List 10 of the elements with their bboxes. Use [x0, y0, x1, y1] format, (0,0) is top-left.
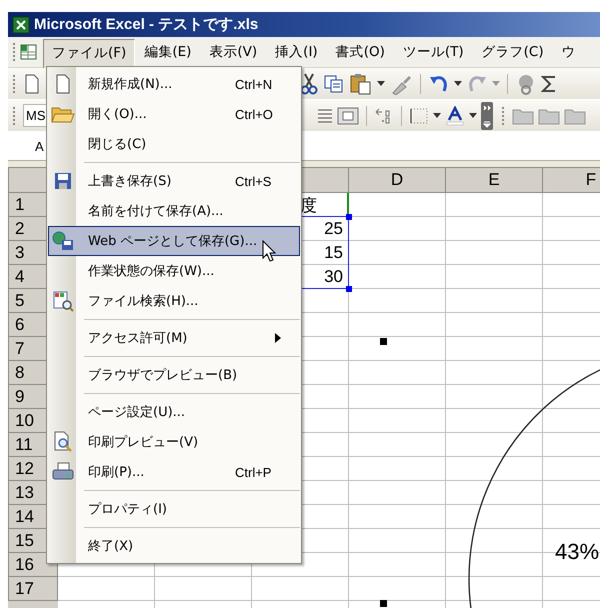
shortcut-text: Ctrl+O: [235, 106, 274, 122]
cell-text: 30: [324, 267, 343, 287]
shortcut-text: Ctrl+S: [235, 174, 272, 188]
window-title: Microsoft Excel - テストです.xls: [34, 15, 258, 34]
shortcut-text: Ctrl+P: [235, 464, 272, 480]
cell-text: 15: [324, 243, 343, 263]
data-label: 43%: [555, 539, 600, 565]
cell-text: 25: [324, 219, 343, 239]
cell-text: 度: [300, 194, 317, 216]
shortcut-text: Ctrl+N: [235, 76, 274, 92]
